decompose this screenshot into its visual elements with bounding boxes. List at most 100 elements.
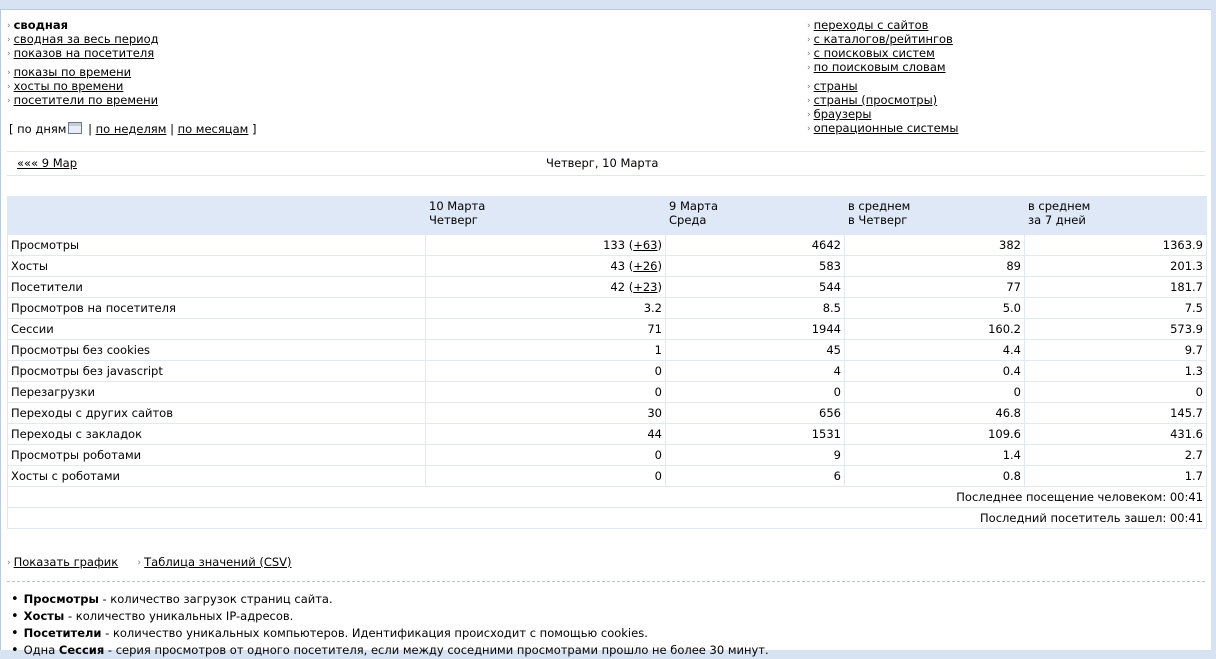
menu-item-label[interactable]: сводная за весь период: [14, 32, 159, 46]
value-avg-7-days: 431.6: [1024, 423, 1207, 445]
bullet-dot-icon: •: [11, 592, 19, 607]
menu-item-countries-views[interactable]: › страны (просмотры): [807, 93, 958, 107]
metric-label: Просмотры роботами: [7, 444, 426, 466]
last-human-visit: Последнее посещение человеком: 00:41: [7, 486, 1207, 508]
value-prev-day: 1944: [665, 318, 845, 340]
value-today-number: 0: [654, 469, 662, 483]
menu-item-search-engines[interactable]: › с поисковых систем: [807, 46, 958, 60]
chevron-right-icon: ›: [137, 558, 142, 568]
table-row: Просмотров на посетителя 3.2 8.5 5.0 7.5: [7, 297, 1207, 319]
value-avg-weekday: 89: [844, 255, 1025, 277]
delta-link[interactable]: +26: [633, 259, 657, 273]
value-prev-day: 583: [665, 255, 845, 277]
definition-text: - количество уникальных компьютеров. Иде…: [101, 626, 648, 640]
menu-item-label[interactable]: посетители по времени: [14, 93, 159, 107]
value-avg-7-days: 2.7: [1024, 444, 1207, 466]
value-today-number: 43: [610, 259, 626, 273]
metric-label: Переходы с закладок: [7, 423, 426, 445]
menu-item-label[interactable]: хосты по времени: [14, 79, 124, 93]
menu-item-countries[interactable]: › страны: [807, 79, 958, 93]
delta-link[interactable]: +23: [633, 280, 657, 294]
menu-item-label[interactable]: показов на посетителя: [14, 46, 155, 60]
menu-item-views-by-time[interactable]: › показы по времени: [7, 65, 159, 79]
definition-item: • Хосты - количество уникальных IP-адресо…: [11, 608, 769, 625]
delta-link[interactable]: +63: [633, 238, 657, 252]
table-row: Просмотры без javascript 0 4 0.4 1.3: [7, 360, 1207, 382]
value-avg-7-days: 573.9: [1024, 318, 1207, 340]
menu-item-views-per-visitor[interactable]: › показов на посетителя: [7, 46, 159, 60]
header-today: 10 Марта Четверг: [425, 196, 666, 235]
chevron-right-icon: ›: [7, 21, 11, 31]
value-prev-day: 45: [665, 339, 845, 361]
report-menu-left: › сводная › сводная за весь период › показо…: [7, 18, 159, 107]
menu-item-label[interactable]: по поисковым словам: [814, 60, 946, 74]
value-today: 133 (+63): [425, 234, 666, 256]
menu-item-label[interactable]: с каталогов/рейтингов: [814, 32, 953, 46]
definition-term: Просмотры: [23, 592, 99, 606]
header-avg-weekday: в среднем в Четверг: [844, 196, 1025, 235]
menu-item-label[interactable]: страны (просмотры): [814, 93, 938, 107]
value-today: 0: [425, 444, 666, 466]
chevron-right-icon: ›: [807, 49, 811, 59]
period-by-days: по дням: [17, 122, 67, 136]
definition-term: Хосты: [23, 609, 65, 623]
value-avg-7-days: 9.7: [1024, 339, 1207, 361]
csv-table-link[interactable]: Таблица значений (CSV): [144, 555, 291, 569]
bullet-dot-icon: •: [11, 643, 19, 658]
bullet-dot-icon: •: [11, 609, 19, 624]
stats-table: 10 Марта Четверг 9 Марта Среда в среднем в …: [7, 196, 1207, 529]
calendar-icon[interactable]: [68, 122, 83, 134]
period-separator: |: [170, 122, 174, 136]
menu-item-catalogs[interactable]: › с каталогов/рейтингов: [807, 32, 958, 46]
value-prev-day: 4: [665, 360, 845, 382]
menu-item-hosts-by-time[interactable]: › хосты по времени: [7, 79, 159, 93]
menu-item-summary: › сводная: [7, 18, 159, 32]
menu-item-search-words[interactable]: › по поисковым словам: [807, 60, 958, 74]
dashed-divider: [7, 581, 1205, 582]
chevron-right-icon: ›: [7, 96, 11, 106]
chevron-right-icon: ›: [807, 35, 811, 45]
prev-day-link[interactable]: ««« 9 Мар: [17, 156, 77, 170]
table-row: Посетители 42 (+23) 544 77 181.7: [7, 276, 1207, 298]
menu-item-label[interactable]: операционные системы: [814, 121, 959, 135]
bullet-dot-icon: •: [11, 626, 19, 641]
menu-item-operating-systems[interactable]: › операционные системы: [807, 121, 958, 135]
value-today: 3.2: [425, 297, 666, 319]
show-chart-link[interactable]: Показать график: [14, 555, 119, 569]
menu-item-label[interactable]: с поисковых систем: [814, 46, 935, 60]
definition-term: Сессия: [58, 643, 105, 657]
period-by-weeks-link[interactable]: по неделям: [96, 122, 167, 136]
value-avg-weekday: 160.2: [844, 318, 1025, 340]
value-avg-7-days: 201.3: [1024, 255, 1207, 277]
menu-item-browsers[interactable]: › браузеры: [807, 107, 958, 121]
value-today: 0: [425, 360, 666, 382]
value-today-number: 42: [610, 280, 626, 294]
chevron-right-icon: ›: [7, 82, 11, 92]
menu-item-label[interactable]: переходы с сайтов: [814, 18, 929, 32]
definition-text: - количество загрузок страниц сайта.: [98, 592, 333, 606]
definition-item: • Посетители - количество уникальных комп…: [11, 625, 769, 642]
value-avg-weekday: 4.4: [844, 339, 1025, 361]
period-by-months-link[interactable]: по месяцам: [178, 122, 249, 136]
period-switcher: [ по дням | по неделям | по месяцам ]: [9, 122, 257, 136]
period-separator: |: [88, 122, 92, 136]
table-row: Перезагрузки 0 0 0 0: [7, 381, 1207, 403]
value-avg-weekday: 5.0: [844, 297, 1025, 319]
chevron-right-icon: ›: [7, 558, 11, 568]
value-prev-day: 6: [665, 465, 845, 487]
table-row: Хосты 43 (+26) 583 89 201.3: [7, 255, 1207, 277]
metric-label: Хосты с роботами: [7, 465, 426, 487]
menu-item-referring-sites[interactable]: › переходы с сайтов: [807, 18, 958, 32]
menu-item-summary-all-time[interactable]: › сводная за весь период: [7, 32, 159, 46]
value-today: 0: [425, 465, 666, 487]
menu-item-label[interactable]: браузеры: [814, 107, 872, 121]
table-row: Просмотры роботами 0 9 1.4 2.7: [7, 444, 1207, 466]
definition-item: • Одна Сессия - серия просмотров от одног…: [11, 642, 769, 659]
menu-item-label[interactable]: страны: [814, 79, 858, 93]
value-today-number: 0: [654, 364, 662, 378]
menu-item-label[interactable]: показы по времени: [14, 65, 132, 79]
table-row: Просмотры 133 (+63) 4642 382 1363.9: [7, 234, 1207, 256]
menu-item-visitors-by-time[interactable]: › посетители по времени: [7, 93, 159, 107]
value-prev-day: 544: [665, 276, 845, 298]
bracket-close: ]: [252, 122, 257, 136]
